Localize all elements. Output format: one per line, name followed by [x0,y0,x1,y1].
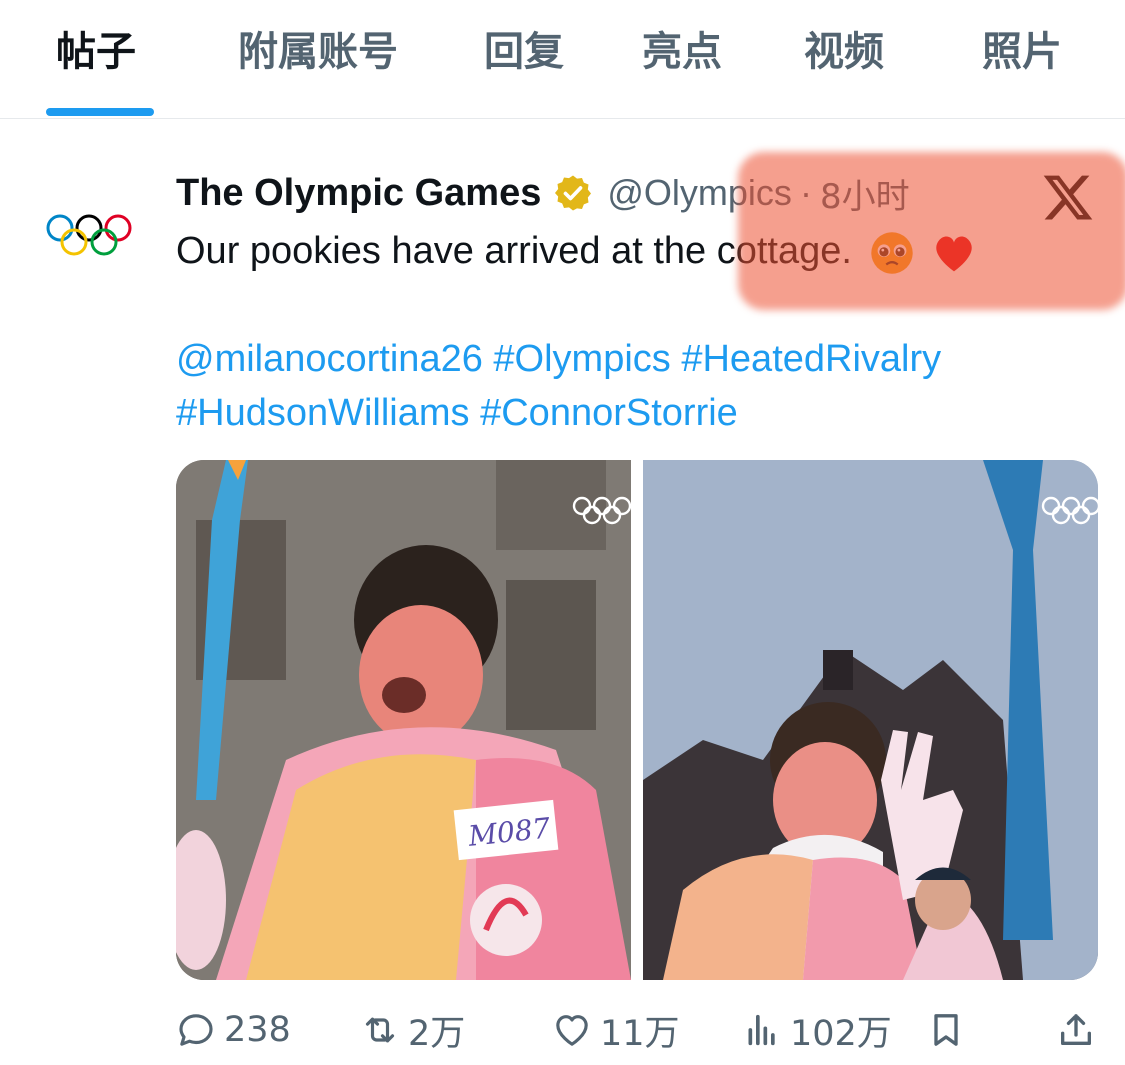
heart-icon [556,1015,588,1046]
tab-highlights[interactable]: 亮点 [642,22,722,82]
views-button[interactable]: 102万 [742,1002,892,1058]
bookmark-button[interactable] [926,1002,966,1058]
media-grid: M087 [176,460,1098,980]
torchbearer-photo-right [643,460,1098,980]
photo-left[interactable]: M087 [176,460,632,980]
repost-button[interactable]: 2万 [360,1002,465,1058]
repost-count: 2万 [408,1013,466,1054]
views-chart-icon [748,1014,775,1046]
separator: · [799,172,812,213]
hashtag-connorstorrie[interactable]: #ConnorStorrie [480,392,738,434]
olympic-rings-icon [46,214,132,256]
post-text: Our pookies have arrived at the cottage. [176,226,977,276]
reply-button[interactable]: 238 [176,1002,291,1058]
hashtag-olympics[interactable]: #Olympics [493,338,670,380]
olympic-rings-watermark-icon [572,496,632,525]
torchbearer-photo-left: M087 [176,460,631,980]
share-button[interactable] [1056,1002,1096,1058]
reply-count: 238 [224,1010,291,1050]
like-count: 11万 [600,1013,680,1054]
display-name[interactable]: The Olympic Games [176,172,541,215]
tab-videos[interactable]: 视频 [804,22,884,82]
active-tab-indicator [46,108,154,116]
profile-tabs: 帖子 附属账号 回复 亮点 视频 照片 [0,0,1125,119]
like-button[interactable]: 11万 [552,1002,680,1058]
share-icon [1061,1014,1091,1045]
pleading-face-icon [870,232,913,274]
timestamp[interactable]: 8小时 [820,169,910,218]
hashtag-heatedrivalry[interactable]: #HeatedRivalry [681,338,941,380]
repost-icon [365,1017,395,1043]
tab-replies[interactable]: 回复 [484,22,564,82]
x-logo-icon [1043,175,1093,220]
views-count: 102万 [790,1013,892,1054]
post-actions: 238 2万 11万 102万 [0,1002,1125,1058]
verified-badge-icon [555,175,592,211]
red-heart-icon [936,236,972,272]
reply-icon [179,1014,213,1046]
photo-right[interactable] [643,460,1098,980]
post-header: The Olympic Games @Olympics · 8小时 [176,168,910,218]
post-text-body: Our pookies have arrived at the cottage. [176,230,852,272]
bookmark-icon [934,1014,958,1046]
handle[interactable]: @Olympics [607,172,792,214]
mention-milanocortina26[interactable]: @milanocortina26 [176,338,483,380]
tab-affiliates[interactable]: 附属账号 [238,22,398,82]
hashtag-links: @milanocortina26 #Olympics #HeatedRivalr… [176,332,941,440]
avatar[interactable] [44,212,134,262]
olympic-rings-watermark-icon-2 [1041,496,1098,525]
tab-posts[interactable]: 帖子 [56,22,136,82]
hashtag-hudsonwilliams[interactable]: #HudsonWilliams [176,392,470,434]
photo-divider [631,460,643,980]
tab-photos[interactable]: 照片 [982,22,1062,82]
